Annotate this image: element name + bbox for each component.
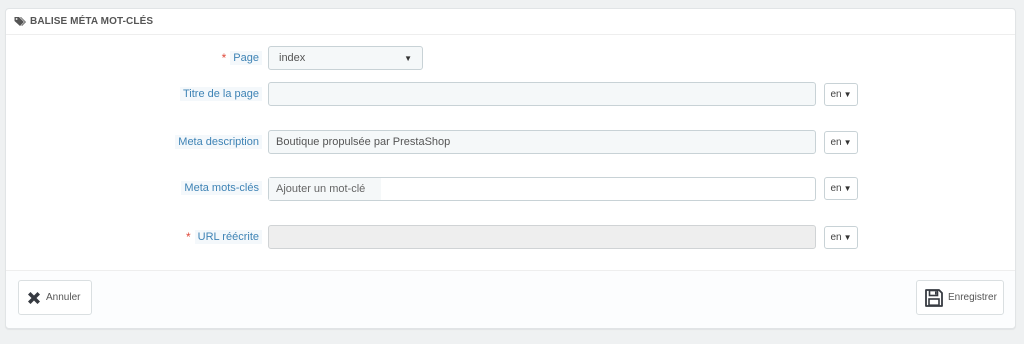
meta-keywords-label: Meta mots-clés xyxy=(181,181,262,195)
save-label: Enregistrer xyxy=(948,292,997,303)
panel-title: BALISE MÉTA MOT-CLÉS xyxy=(30,16,154,27)
meta-description-input[interactable]: Boutique propulsée par PrestaShop xyxy=(268,130,816,154)
caret-down-icon: ▼ xyxy=(843,184,852,193)
save-icon xyxy=(925,288,943,307)
page-title-lang-button[interactable]: en ▼ xyxy=(824,83,858,106)
page-title-label: Titre de la page xyxy=(179,87,262,101)
meta-description-label: Meta description xyxy=(175,135,262,149)
rewritten-url-label-row: * URL réécrite xyxy=(186,226,262,248)
keyword-tag-input[interactable]: Ajouter un mot-clé xyxy=(269,178,381,200)
meta-description-lang-button[interactable]: en ▼ xyxy=(824,131,858,154)
keywords-meta-panel: BALISE MÉTA MOT-CLÉS * Page index ▼ Titr… xyxy=(5,8,1016,329)
panel-footer: Annuler Enregistrer xyxy=(6,270,1015,328)
rewritten-url-lang-button[interactable]: en ▼ xyxy=(824,226,858,249)
caret-down-icon: ▼ xyxy=(843,233,852,242)
required-marker: * xyxy=(185,230,191,244)
lang-label: en xyxy=(830,232,842,243)
chevron-down-icon: ▼ xyxy=(404,53,412,63)
panel-heading: BALISE MÉTA MOT-CLÉS xyxy=(6,9,1015,35)
meta-keywords-label-row: Meta mots-clés xyxy=(181,177,262,199)
caret-down-icon: ▼ xyxy=(843,90,852,99)
lang-label: en xyxy=(830,183,842,194)
save-button[interactable]: Enregistrer xyxy=(916,280,1004,315)
page-select-value: index xyxy=(279,52,306,64)
lang-label: en xyxy=(830,137,842,148)
meta-keywords-lang-button[interactable]: en ▼ xyxy=(824,177,858,200)
page-label: Page xyxy=(230,51,262,65)
meta-keywords-input[interactable]: Ajouter un mot-clé xyxy=(268,177,816,201)
rewritten-url-input[interactable] xyxy=(268,225,816,249)
lang-label: en xyxy=(830,89,842,100)
page-select[interactable]: index ▼ xyxy=(268,46,423,70)
cancel-button[interactable]: Annuler xyxy=(18,280,92,315)
page-label-row: * Page xyxy=(222,47,262,69)
required-marker: * xyxy=(221,51,227,65)
page-title-label-row: Titre de la page xyxy=(179,83,262,105)
tags-icon xyxy=(14,16,27,28)
page-title-input[interactable] xyxy=(268,82,816,106)
rewritten-url-label: URL réécrite xyxy=(194,230,262,244)
caret-down-icon: ▼ xyxy=(843,138,852,147)
close-icon xyxy=(28,291,40,304)
cancel-label: Annuler xyxy=(46,292,81,303)
meta-description-value: Boutique propulsée par PrestaShop xyxy=(276,136,451,148)
meta-description-label-row: Meta description xyxy=(175,131,262,153)
